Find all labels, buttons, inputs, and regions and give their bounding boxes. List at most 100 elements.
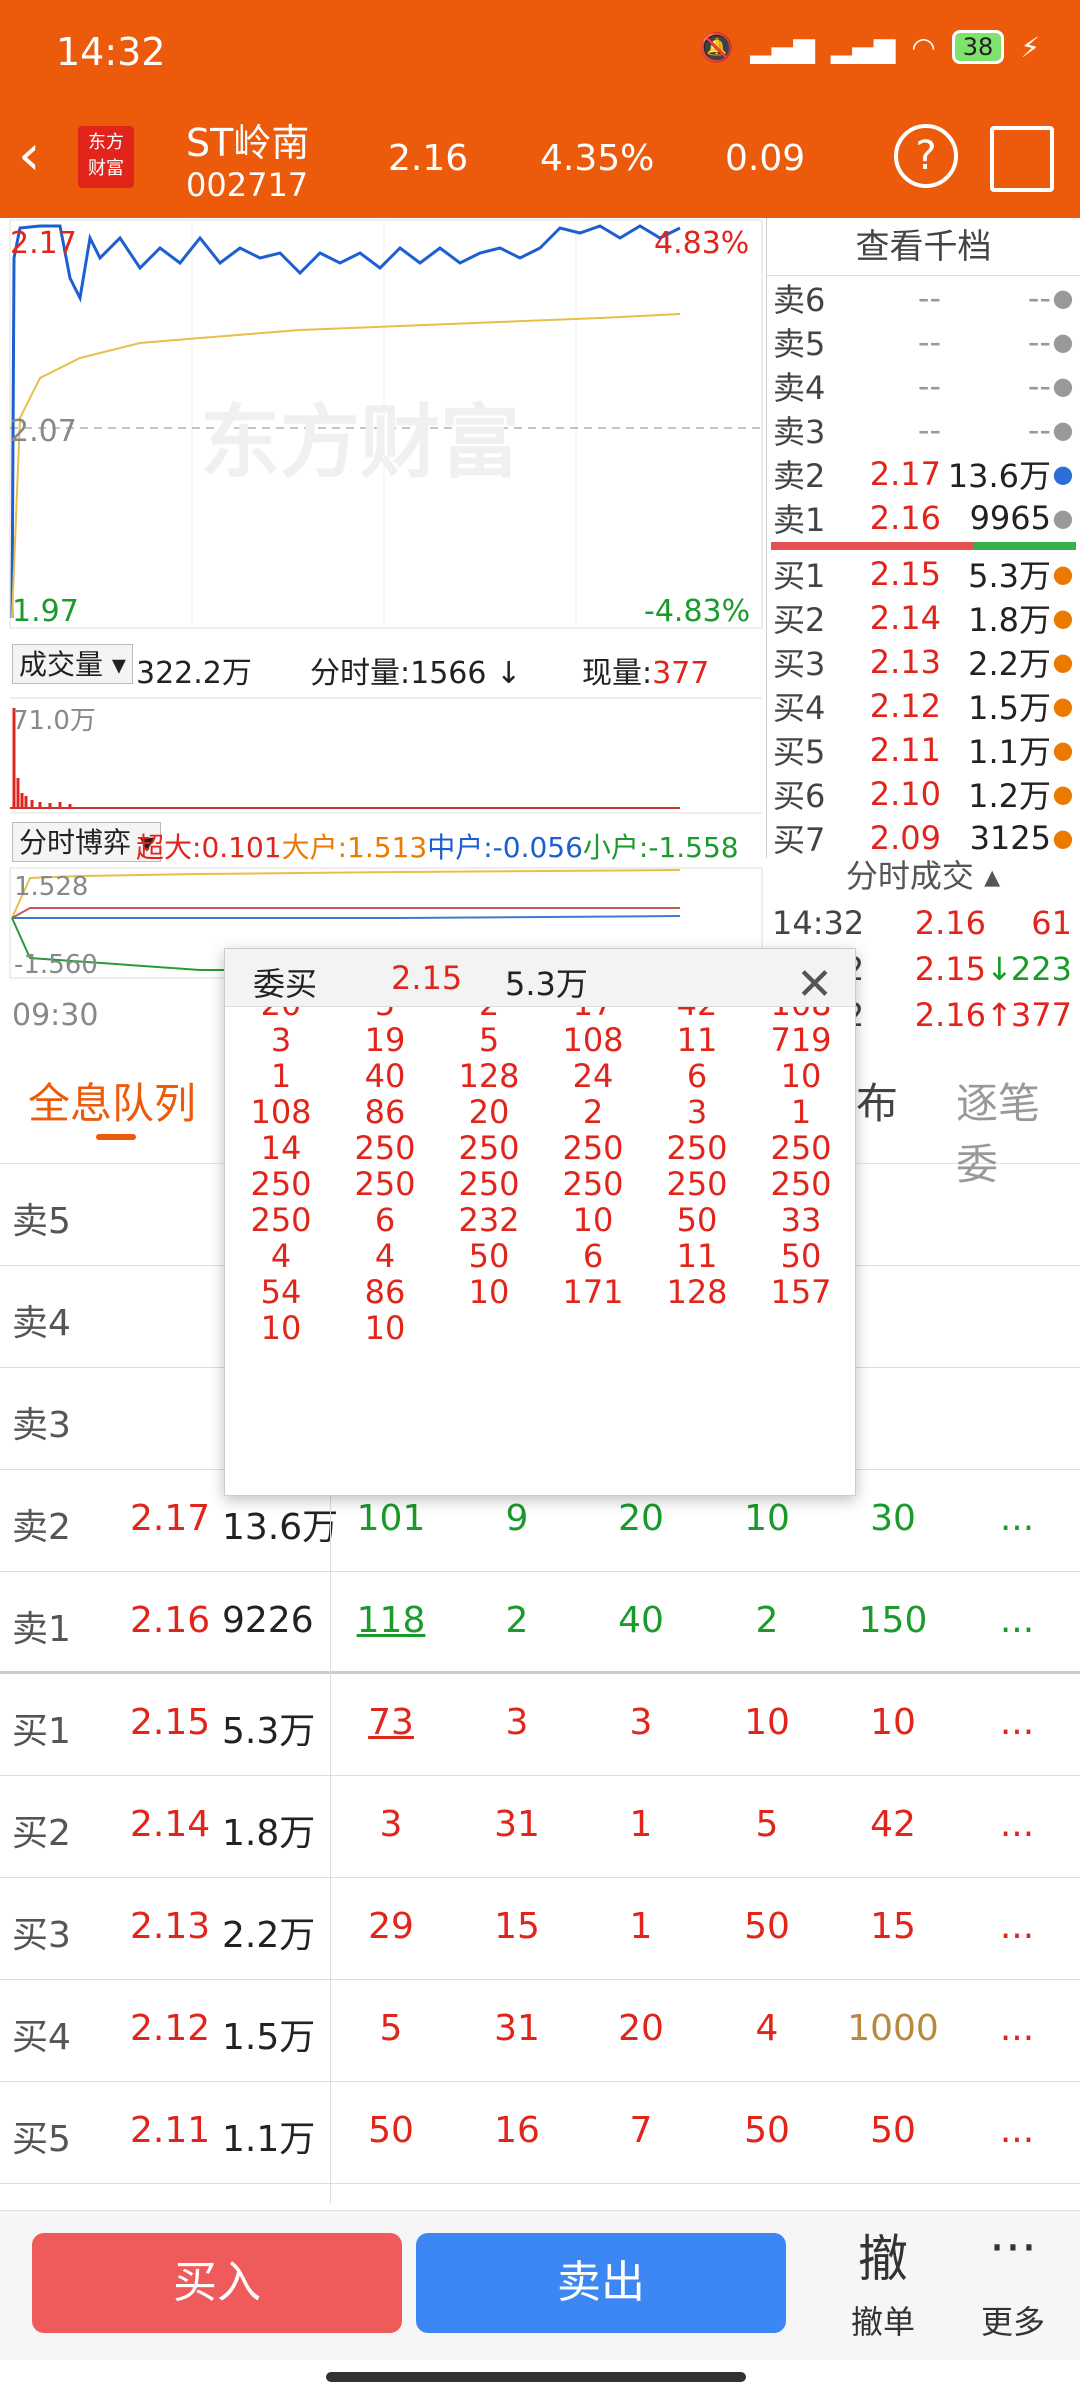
queue-row[interactable]: 买2 2.14 1.8万 3 31 1 5 42... — [0, 1776, 1080, 1878]
queue-vol: 1.1万 — [222, 2119, 316, 2160]
more-ellipsis[interactable]: ... — [962, 1498, 1072, 1539]
dot-icon: ● — [1052, 736, 1074, 764]
queue-cell: 29 — [368, 1906, 414, 1947]
queue-cell: 1 — [629, 1906, 653, 1947]
queue-cell: 1000 — [847, 2008, 939, 2049]
order-book-row[interactable]: 买1 2.15 5.3万 ● — [767, 552, 1080, 596]
view-depth-button[interactable]: 查看千档 — [767, 218, 1080, 276]
help-button[interactable]: ? — [894, 124, 958, 188]
queue-price: 2.15 — [130, 1702, 211, 1743]
price-mid: 2.07 — [10, 414, 77, 449]
dot-icon: ● — [1052, 604, 1074, 632]
more-ellipsis[interactable]: ... — [962, 2008, 1072, 2049]
queue-row[interactable]: 买1 2.15 5.3万 73 3 3 10 10... — [0, 1674, 1080, 1776]
fs-label-text: 分时量: — [310, 656, 411, 691]
switch-view-button[interactable] — [990, 126, 1054, 192]
trade-row: 14:32 2.16 61 — [766, 900, 1080, 946]
ob-vol: -- — [1027, 323, 1051, 361]
sell-button[interactable]: 卖出 — [416, 2233, 786, 2333]
back-icon[interactable]: ‹ — [18, 128, 40, 184]
vol-max: 71.0万 — [12, 706, 96, 736]
buy-button[interactable]: 买入 — [32, 2233, 402, 2333]
queue-cell: 118 — [356, 1600, 426, 1641]
order-book-row[interactable]: 卖2 2.17 13.6万 ● — [767, 452, 1080, 496]
queue-side: 卖3 — [12, 1405, 71, 1446]
order-book-row[interactable]: 买3 2.13 2.2万 ● — [767, 640, 1080, 684]
order-book-row[interactable]: 卖4 -- -- ● — [767, 364, 1080, 408]
ob-vol: -- — [1027, 279, 1051, 317]
popup-cell: 128 — [458, 1057, 520, 1095]
more-ellipsis[interactable]: ... — [962, 1600, 1072, 1641]
popup-cell: 250 — [250, 1165, 312, 1203]
trade-arrow: ↓ — [986, 950, 1013, 988]
more-ellipsis[interactable]: ... — [962, 1702, 1072, 1743]
order-book-row[interactable]: 卖1 2.16 9965 ● — [767, 496, 1080, 540]
popup-header: 委买 2.15 5.3万 ✕ — [225, 949, 855, 1010]
big-value: 1.513 — [347, 831, 428, 864]
queue-cell: 101 — [356, 1498, 426, 1539]
order-book-row[interactable]: 卖6 -- -- ● — [767, 276, 1080, 320]
ob-level: 买2 — [773, 601, 826, 639]
popup-cell: 50 — [780, 1237, 822, 1275]
tab-full-queue[interactable]: 全息队列 — [28, 1070, 196, 1131]
big-label: 大户: — [281, 831, 348, 864]
popup-cell: 171 — [562, 1273, 624, 1311]
status-icons: 🔕 ▂▄▆ ▂▄▆ ◠ 38 ⚡ — [699, 30, 1040, 64]
flow-legend: 超大:0.101大户:1.513中户:-0.056小户:-1.558 — [136, 826, 739, 866]
super-value: 0.101 — [201, 831, 282, 864]
stock-name[interactable]: ST岭南 — [186, 112, 309, 167]
queue-cell: 150 — [858, 1600, 928, 1641]
order-book-row[interactable]: 买4 2.12 1.5万 ● — [767, 684, 1080, 728]
ob-price: -- — [917, 323, 941, 361]
popup-cell: 11 — [676, 1237, 718, 1275]
popup-price: 2.15 — [391, 959, 463, 997]
queue-row[interactable]: 买4 2.12 1.5万 5 31 20 4 1000... — [0, 1980, 1080, 2082]
intraday-chart[interactable]: 2.17 4.83% 2.07 东方财富 1.97 -4.83% 成交量 ▾ 3… — [0, 218, 764, 1048]
queue-cell: 50 — [870, 2110, 916, 2151]
more-icon[interactable]: ··· — [958, 2219, 1068, 2277]
ob-vol: 2.2万 — [968, 645, 1051, 683]
more-ellipsis[interactable]: ... — [962, 2110, 1072, 2151]
ob-price: -- — [917, 411, 941, 449]
popup-cell: 1 — [270, 1057, 292, 1095]
dot-icon: ● — [1052, 824, 1074, 852]
queue-cell: 31 — [494, 1804, 540, 1845]
tab-distribution[interactable]: 布 — [856, 1070, 898, 1131]
queue-cell: 31 — [494, 2008, 540, 2049]
trades-title[interactable]: 分时成交 ▴ — [766, 852, 1080, 900]
queue-cell: 10 — [744, 1702, 790, 1743]
order-book-row[interactable]: 买6 2.10 1.2万 ● — [767, 772, 1080, 816]
cancel-order-icon[interactable]: 撤 — [828, 2219, 938, 2291]
order-book: 查看千档 卖6 -- -- ● 卖5 -- -- ● 卖4 -- -- ● 卖3 -- -- ● 卖2 2.17 1… — [766, 218, 1080, 859]
ob-vol: 5.3万 — [968, 557, 1051, 595]
popup-cell: 250 — [770, 1165, 832, 1203]
cancel-order-label[interactable]: 撤单 — [828, 2297, 938, 2343]
order-book-row[interactable]: 买2 2.14 1.8万 ● — [767, 596, 1080, 640]
popup-cell: 6 — [374, 1201, 396, 1239]
more-ellipsis[interactable]: ... — [962, 1804, 1072, 1845]
dot-icon: ● — [1052, 416, 1074, 444]
queue-price: 2.12 — [130, 2008, 211, 2049]
order-book-row[interactable]: 买5 2.11 1.1万 ● — [767, 728, 1080, 772]
home-indicator[interactable] — [326, 2372, 746, 2382]
queue-cell: 3 — [629, 1702, 653, 1743]
order-book-row[interactable]: 卖3 -- -- ● — [767, 408, 1080, 452]
popup-cell: 10 — [572, 1201, 614, 1239]
queue-cell: 50 — [744, 1906, 790, 1947]
queue-cell: 7 — [629, 2110, 653, 2151]
popup-cell: 108 — [562, 1021, 624, 1059]
queue-side: 卖4 — [12, 1303, 71, 1344]
order-book-row[interactable]: 卖5 -- -- ● — [767, 320, 1080, 364]
more-ellipsis[interactable]: ... — [962, 1906, 1072, 1947]
queue-row[interactable]: 买5 2.11 1.1万 50 16 7 50 50... — [0, 2082, 1080, 2184]
volume-select[interactable]: 成交量 ▾ — [12, 644, 133, 684]
close-icon[interactable]: ✕ — [796, 959, 833, 1010]
queue-row[interactable]: 卖1 2.16 9226 118 2 40 2 150... — [0, 1572, 1080, 1674]
queue-side: 买2 — [12, 1813, 71, 1854]
popup-cell: 54 — [260, 1273, 302, 1311]
queue-row[interactable]: 买3 2.13 2.2万 29 15 1 50 15... — [0, 1878, 1080, 1980]
queue-side: 买5 — [12, 2119, 71, 2160]
more-label[interactable]: 更多 — [958, 2297, 1068, 2343]
wifi-icon: ◠ — [911, 30, 936, 64]
popup-grid: 2052174210831951081171914012824610108862… — [225, 1007, 855, 1495]
